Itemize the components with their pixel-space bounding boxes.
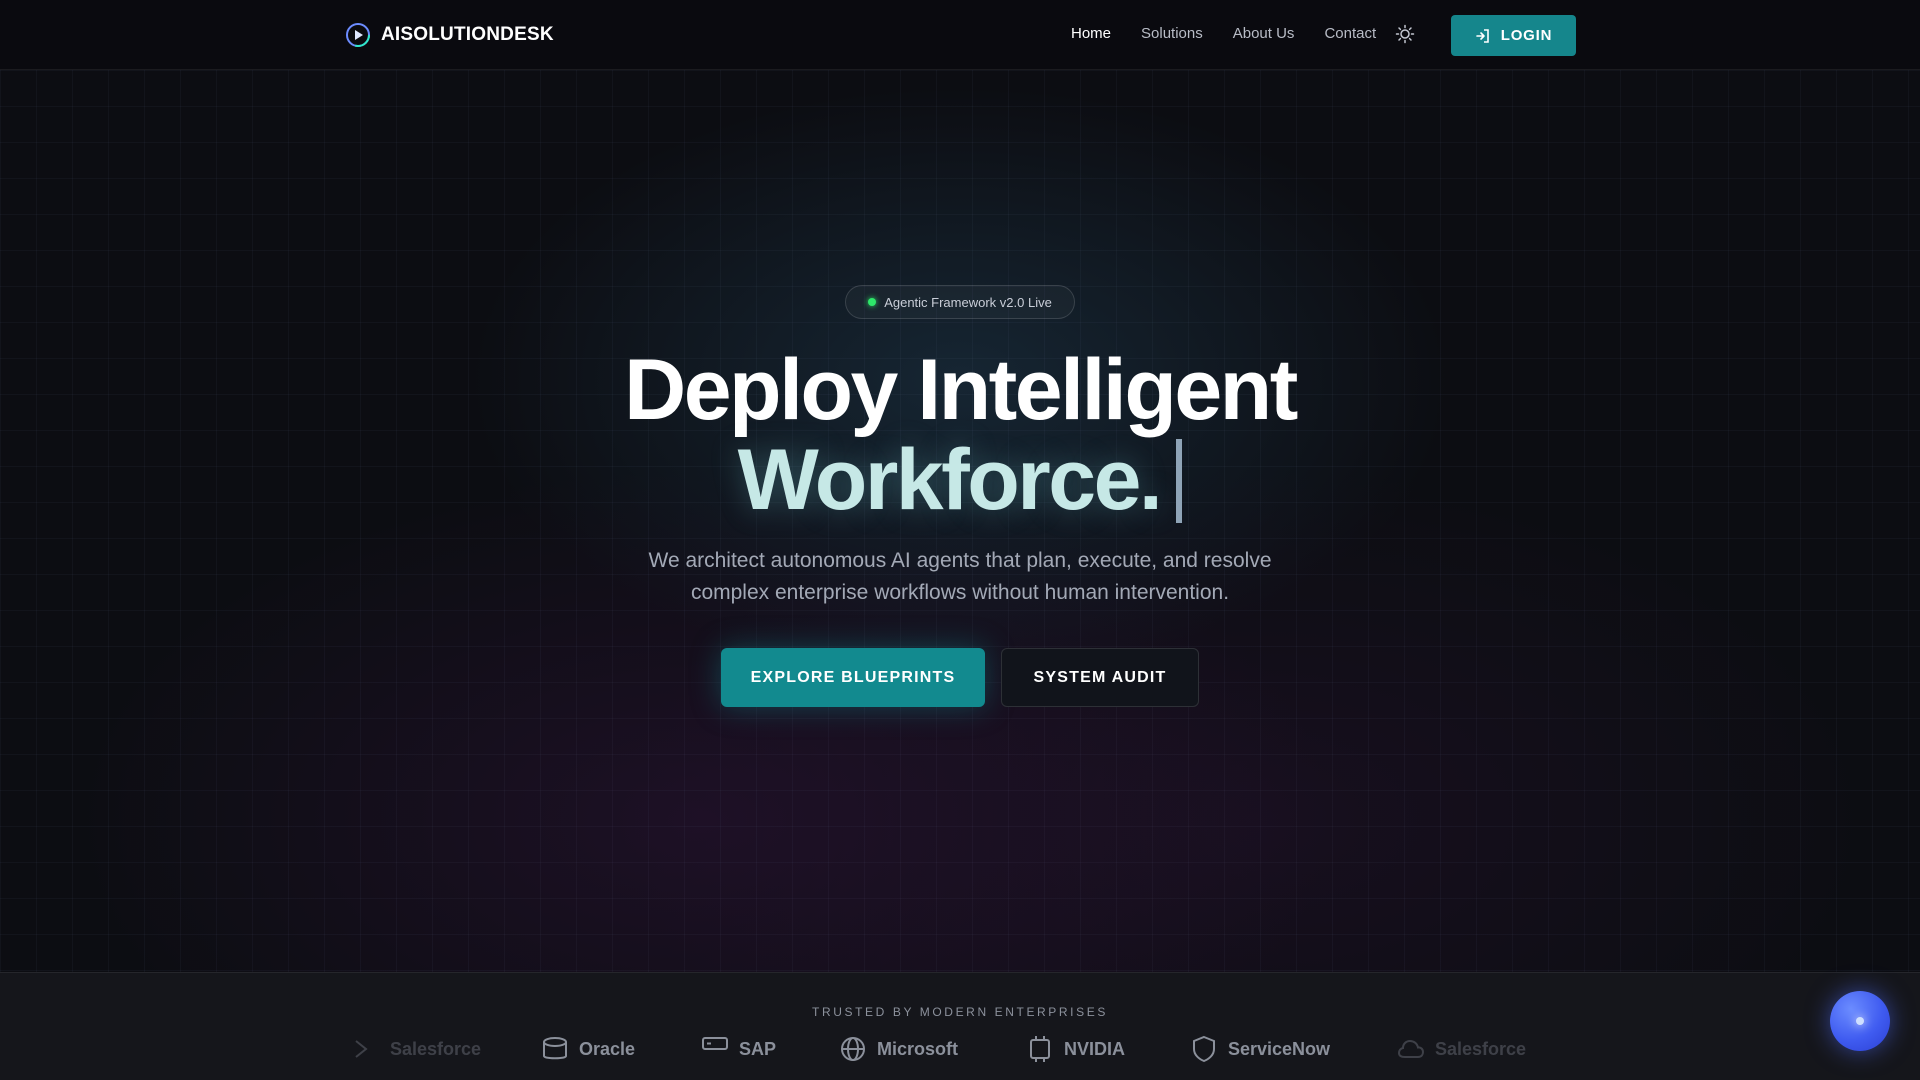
system-audit-button[interactable]: SYSTEM AUDIT xyxy=(1001,648,1199,707)
trusted-by-section: TRUSTED BY MODERN ENTERPRISES Salesforce… xyxy=(0,972,1920,1080)
chip-icon xyxy=(1030,1036,1050,1062)
hero-subtitle: We architect autonomous AI agents that p… xyxy=(610,545,1310,609)
live-dot-icon xyxy=(868,298,877,306)
brand-name: AISOLUTIONDESK xyxy=(381,24,554,45)
shield-icon xyxy=(1193,1035,1215,1063)
brand-logo[interactable]: AISOLUTIONDESK xyxy=(345,22,554,48)
brand-logo-item: Microsoft xyxy=(839,1035,958,1063)
cloud-icon xyxy=(1397,1039,1425,1058)
brand-logo-item: Salesforce xyxy=(352,1035,481,1063)
brand-logo-name: Oracle xyxy=(579,1038,636,1059)
logo-icon xyxy=(346,23,370,47)
typing-cursor xyxy=(1176,439,1183,523)
login-button[interactable]: LOGIN xyxy=(1451,15,1576,56)
nav-links: Home Solutions About Us Contact xyxy=(1071,25,1376,42)
chat-orb-icon xyxy=(1856,1017,1864,1025)
brand-logo-name: Salesforce xyxy=(1435,1038,1527,1059)
login-label: LOGIN xyxy=(1500,27,1553,44)
nav-link-home[interactable]: Home xyxy=(1071,25,1111,42)
login-icon xyxy=(1475,28,1489,43)
nav-link-solutions[interactable]: Solutions xyxy=(1141,25,1203,42)
brand-logo-item: Oracle xyxy=(541,1035,635,1063)
sun-icon[interactable] xyxy=(1395,24,1415,44)
brand-logo-item: SAP xyxy=(701,1035,776,1063)
hero-title-line2: Workforce. xyxy=(0,430,1920,530)
database-icon xyxy=(543,1037,567,1060)
nav-link-about-us[interactable]: About Us xyxy=(1233,25,1295,42)
hero-subtitle-line2: complex enterprise workflows without hum… xyxy=(690,581,1230,604)
explore-blueprints-button[interactable]: EXPLORE BLUEPRINTS xyxy=(721,648,985,707)
status-badge: Agentic Framework v2.0 Live xyxy=(845,285,1075,319)
brand-logo-item: NVIDIA xyxy=(1026,1035,1125,1063)
chat-assistant-button[interactable] xyxy=(1830,991,1890,1051)
brand-logo-name: ServiceNow xyxy=(1228,1038,1331,1059)
status-badge-label: Agentic Framework v2.0 Live xyxy=(884,294,1052,310)
nav-link-contact[interactable]: Contact xyxy=(1324,25,1376,42)
hero-title-word: Workforce. xyxy=(737,432,1163,528)
globe-icon xyxy=(841,1037,865,1061)
brand-logo-item: ServiceNow xyxy=(1190,1035,1330,1063)
top-navbar: AISOLUTIONDESK Home Solutions About Us C… xyxy=(0,0,1920,70)
hero-subtitle-line1: We architect autonomous AI agents that p… xyxy=(648,549,1272,572)
brand-logos-marquee: Salesforce Oracle SAP Microsoft NVIDIA S… xyxy=(0,1035,1920,1080)
brand-logo-name: SAP xyxy=(739,1038,777,1059)
trusted-title: TRUSTED BY MODERN ENTERPRISES xyxy=(812,1005,1108,1019)
server-icon xyxy=(702,1037,728,1050)
hero-title-line1: Deploy Intelligent xyxy=(624,342,1298,438)
brand-logo-item: Salesforce xyxy=(1397,1035,1526,1063)
brand-logo-name: NVIDIA xyxy=(1064,1038,1126,1059)
brand-logo-name: Microsoft xyxy=(877,1038,958,1059)
arrow-icon xyxy=(355,1040,368,1058)
brand-logo-name: Salesforce xyxy=(390,1038,482,1059)
